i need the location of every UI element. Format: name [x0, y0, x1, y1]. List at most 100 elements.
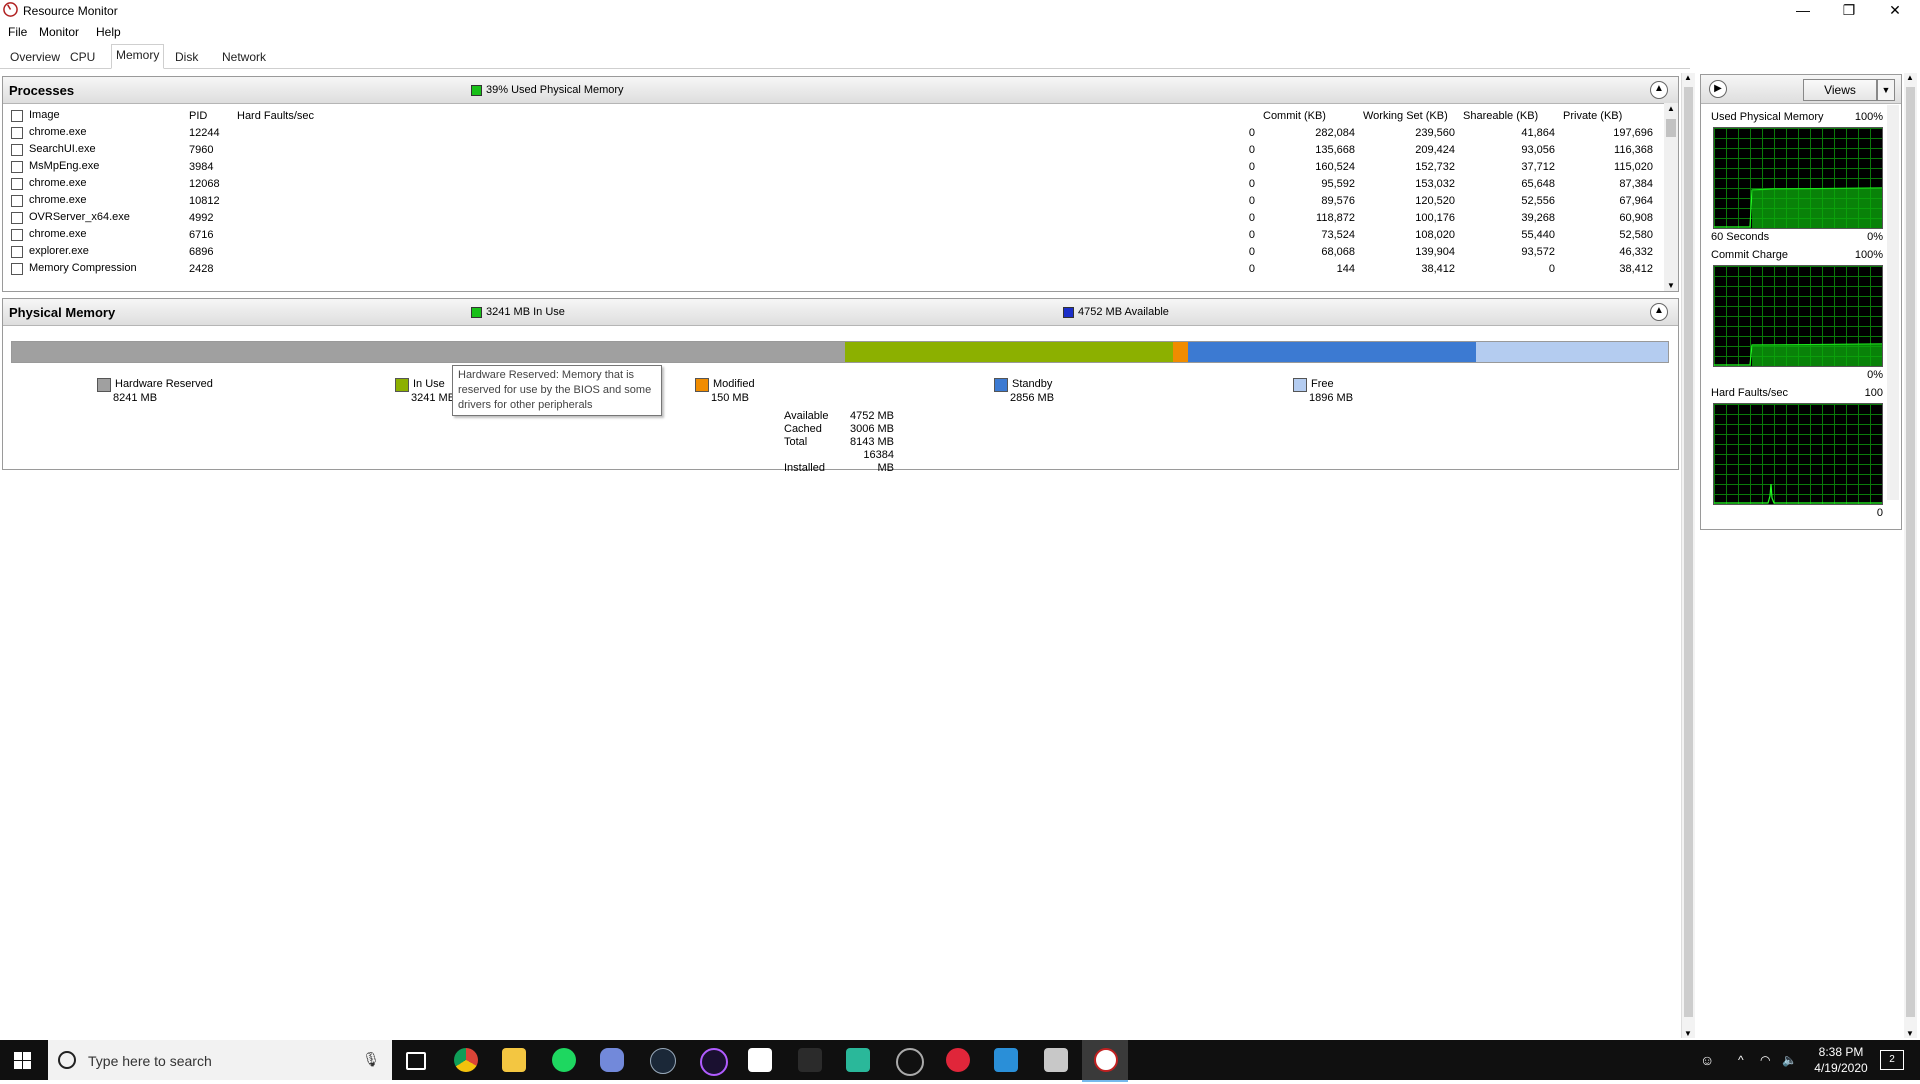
graph-max-used-memory: 100% [1854, 111, 1883, 123]
minimize-button[interactable]: — [1780, 0, 1826, 22]
table-row[interactable]: explorer.exe 6896 0 68,068 139,904 93,572 46,3… [7, 243, 1657, 260]
main-scrollbar[interactable]: ▲ ▼ [1681, 73, 1695, 1038]
row-checkbox[interactable] [11, 177, 23, 190]
people-icon[interactable]: ☺ [1700, 1040, 1714, 1080]
microphone-icon[interactable]: 🎙 [362, 1051, 380, 1068]
oculus-icon[interactable] [748, 1048, 772, 1072]
file-explorer-icon[interactable] [502, 1048, 526, 1072]
column-hard-faults[interactable]: Hard Faults/sec [233, 107, 1259, 124]
table-row[interactable]: chrome.exe 12244 0 282,084 239,560 41,864 197,… [7, 124, 1657, 141]
row-checkbox[interactable] [11, 262, 23, 275]
table-row[interactable]: OVRServer_x64.exe 4992 0 118,872 100,176 39,2… [7, 209, 1657, 226]
table-row[interactable]: chrome.exe 6716 0 73,524 108,020 55,440 52,580 [7, 226, 1657, 243]
collapse-processes-button[interactable]: ▲ [1650, 81, 1668, 99]
graphs-outer-scroll-thumb[interactable] [1906, 87, 1915, 1017]
graph-timespan: 60 Seconds [1711, 231, 1770, 243]
column-image-label: Image [29, 109, 60, 122]
menu-monitor[interactable]: Monitor [39, 25, 79, 39]
clock[interactable]: 8:38 PM 4/19/2020 [1806, 1040, 1876, 1084]
views-dropdown-icon[interactable]: ▼ [1877, 79, 1895, 101]
bar-standby[interactable] [1187, 342, 1476, 362]
table-row[interactable]: chrome.exe 10812 0 89,576 120,520 52,556 67,96… [7, 192, 1657, 209]
chrome-icon[interactable] [454, 1048, 478, 1072]
select-all-checkbox[interactable] [11, 109, 23, 122]
processes-scroll-thumb[interactable] [1666, 119, 1676, 137]
purple-app-icon[interactable] [700, 1048, 728, 1076]
row-checkbox[interactable] [11, 211, 23, 224]
taskbar-search-box[interactable]: Type here to search 🎙 [48, 1040, 392, 1080]
tab-overview[interactable]: Overview [6, 47, 64, 67]
system-app-icon[interactable] [1044, 1048, 1068, 1072]
menu-file[interactable]: File [8, 25, 27, 39]
close-button[interactable]: ✕ [1872, 0, 1918, 22]
tab-memory[interactable]: Memory [111, 44, 165, 69]
process-name: MsMpEng.exe [29, 160, 100, 173]
row-checkbox[interactable] [11, 143, 23, 156]
scroll-up-icon[interactable]: ▲ [1906, 73, 1914, 82]
table-row[interactable]: Memory Compression 2428 0 144 38,412 0 38,412 [7, 260, 1657, 277]
table-row[interactable]: MsMpEng.exe 3984 0 160,524 152,732 37,712 115,… [7, 158, 1657, 175]
bar-free[interactable] [1475, 342, 1668, 362]
task-view-icon[interactable] [406, 1052, 426, 1070]
graphs-outer-scrollbar[interactable]: ▲ ▼ [1904, 73, 1917, 1038]
row-checkbox[interactable] [11, 245, 23, 258]
scroll-down-icon[interactable]: ▼ [1684, 1029, 1692, 1038]
table-row[interactable]: chrome.exe 12068 0 95,592 153,032 65,648 87,38… [7, 175, 1657, 192]
column-image[interactable]: Image [7, 107, 185, 124]
steam-icon[interactable] [650, 1048, 676, 1074]
column-shareable[interactable]: Shareable (KB) [1459, 107, 1559, 124]
views-button[interactable]: Views [1803, 79, 1877, 101]
hard-faults-line [1714, 483, 1882, 504]
monitor-app-icon[interactable] [846, 1048, 870, 1072]
processes-scrollbar[interactable]: ▲ ▼ [1664, 103, 1678, 291]
column-pid[interactable]: PID [185, 107, 233, 124]
cell-hard-faults: 0 [1248, 143, 1255, 156]
menu-help[interactable]: Help [96, 25, 121, 39]
processes-header[interactable]: Processes 39% Used Physical Memory ▲ [3, 77, 1678, 104]
legend-hardware-reserved: Hardware Reserved 8241 MB [97, 378, 213, 405]
table-row[interactable]: SearchUI.exe 7960 0 135,668 209,424 93,056 116… [7, 141, 1657, 158]
row-checkbox[interactable] [11, 194, 23, 207]
collapse-physical-memory-button[interactable]: ▲ [1650, 303, 1668, 321]
spotify-icon[interactable] [552, 1048, 576, 1072]
column-commit[interactable]: Commit (KB) [1259, 107, 1359, 124]
row-checkbox[interactable] [11, 228, 23, 241]
discord-icon[interactable] [600, 1048, 624, 1072]
obs-icon[interactable] [896, 1048, 924, 1076]
tab-cpu[interactable]: CPU [66, 47, 99, 67]
graph-title-hard-faults: Hard Faults/sec [1711, 387, 1789, 399]
legend-square-standby [994, 378, 1008, 392]
game-app-icon[interactable] [798, 1048, 822, 1072]
graphs-scrollbar[interactable] [1887, 105, 1899, 500]
settings-app-icon[interactable] [994, 1048, 1018, 1072]
restore-button[interactable]: ❐ [1826, 0, 1872, 22]
red-app-icon[interactable] [946, 1048, 970, 1072]
row-checkbox[interactable] [11, 160, 23, 173]
cell-working-set: 120,520 [1415, 194, 1455, 207]
notification-center-icon[interactable]: 2 [1880, 1050, 1904, 1070]
tab-disk[interactable]: Disk [171, 47, 202, 67]
cell-private: 116,368 [1614, 143, 1653, 156]
column-private[interactable]: Private (KB) [1559, 107, 1657, 124]
scroll-down-icon[interactable]: ▼ [1667, 281, 1675, 290]
network-icon[interactable]: ◠ [1760, 1040, 1770, 1080]
column-working-set[interactable]: Working Set (KB) [1359, 107, 1459, 124]
scroll-up-icon[interactable]: ▲ [1684, 73, 1692, 82]
cell-commit: 282,084 [1315, 126, 1355, 139]
main-scroll-thumb[interactable] [1684, 87, 1693, 1017]
scroll-down-icon[interactable]: ▼ [1906, 1029, 1914, 1038]
physical-memory-header[interactable]: Physical Memory 3241 MB In Use 4752 MB A… [3, 299, 1678, 326]
resource-monitor-taskbar-button[interactable] [1082, 1040, 1128, 1082]
scroll-up-icon[interactable]: ▲ [1667, 104, 1675, 113]
available-status: 4752 MB Available [1063, 306, 1169, 318]
bar-in-use[interactable] [844, 342, 1173, 362]
bar-hardware-reserved[interactable] [12, 342, 845, 362]
collapse-pane-button[interactable]: ▶ [1709, 80, 1727, 98]
table-header-row: Image PID Hard Faults/sec Commit (KB) Wo… [7, 107, 1657, 124]
volume-icon[interactable]: 🔈 [1782, 1040, 1797, 1080]
bar-modified[interactable] [1172, 342, 1188, 362]
row-checkbox[interactable] [11, 126, 23, 139]
show-hidden-icons-icon[interactable]: ^ [1738, 1040, 1744, 1080]
windows-start-icon[interactable] [14, 1052, 31, 1069]
tab-network[interactable]: Network [218, 47, 270, 67]
